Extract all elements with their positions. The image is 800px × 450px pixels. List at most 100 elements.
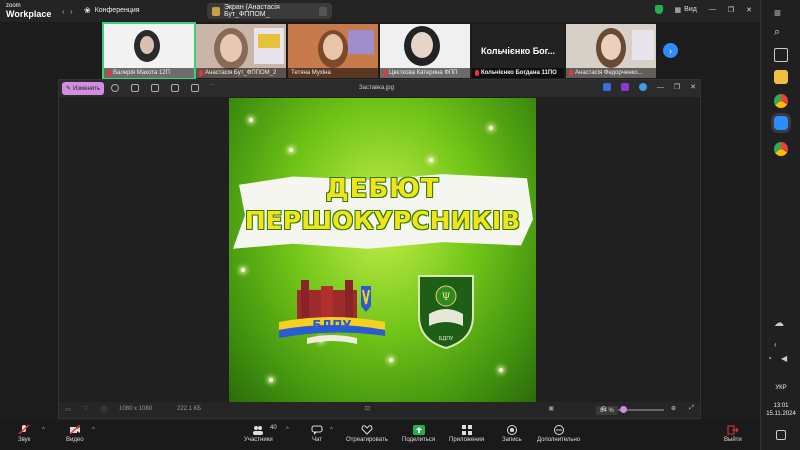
volume-icon[interactable]: ◀ bbox=[781, 354, 795, 368]
zoom-top-bar: zoom Workplace ‹ › ❀ Конференция Экран (… bbox=[0, 0, 760, 22]
security-shield-icon[interactable] bbox=[654, 5, 663, 14]
fullscreen-icon[interactable]: ⤢ bbox=[689, 405, 694, 412]
task-view-icon[interactable] bbox=[774, 48, 788, 62]
heart-icon bbox=[361, 425, 373, 435]
leave-icon bbox=[727, 425, 739, 435]
chrome-icon-2[interactable] bbox=[774, 142, 788, 156]
react-button[interactable]: Отреагировать bbox=[346, 425, 388, 443]
participant-tile[interactable]: Валерія Махота 12П bbox=[102, 22, 196, 80]
clock-time[interactable]: 13:01 bbox=[761, 402, 800, 410]
info-circle-icon[interactable]: ⓘ bbox=[101, 405, 107, 414]
forward-icon[interactable]: › bbox=[70, 7, 73, 16]
viewer-status-bar: ▭ ♡ ⓘ 1080 x 1080 222.1 КБ ⊡ ▣ 84 % ⊖ ⊕ … bbox=[59, 402, 700, 418]
zoom-window: zoom Workplace ‹ › ❀ Конференция Экран (… bbox=[0, 0, 760, 450]
favorite-icon[interactable]: ♡ bbox=[83, 405, 88, 412]
zoom-slider[interactable] bbox=[618, 406, 664, 413]
zoom-level[interactable]: 84 % bbox=[596, 406, 618, 415]
conference-label: Конференция bbox=[94, 7, 140, 14]
apps-button[interactable]: Приложения bbox=[449, 425, 484, 443]
screen-share-indicator[interactable]: Экран (Анастасія Бут_ФППОМ_ bbox=[207, 3, 332, 19]
audio-button[interactable]: Звук bbox=[18, 425, 30, 443]
mic-muted-icon bbox=[18, 425, 30, 435]
participants-count: 40 bbox=[270, 425, 277, 431]
windows-start-icon[interactable]: ≡ bbox=[774, 6, 788, 20]
network-icon[interactable]: ◔ bbox=[767, 354, 781, 368]
file-name: Заставка.jpg bbox=[359, 85, 394, 91]
minimize-icon[interactable]: — bbox=[709, 6, 716, 13]
record-button[interactable]: Запись bbox=[502, 425, 522, 443]
maximize-icon[interactable]: ❐ bbox=[728, 6, 734, 14]
minimize-icon[interactable]: — bbox=[657, 84, 664, 91]
next-page-button[interactable]: › bbox=[663, 43, 678, 58]
chrome-icon[interactable] bbox=[774, 94, 788, 108]
participant-big-name: Кольчієнко Бог... bbox=[480, 46, 556, 56]
participant-tile[interactable]: Кольчієнко Бог... Кольчієнко Богдана 11П… bbox=[472, 24, 564, 78]
zoom-slider-knob[interactable] bbox=[620, 406, 627, 413]
tray-chevron-icon[interactable]: ‹ bbox=[774, 340, 788, 354]
more-button[interactable]: Дополнительно bbox=[537, 425, 580, 443]
zoom-out-icon[interactable]: ⊖ bbox=[601, 405, 606, 412]
crop-icon[interactable] bbox=[131, 84, 139, 92]
audio-caret-icon[interactable]: ^ bbox=[42, 427, 45, 433]
app-icon-2[interactable] bbox=[620, 83, 629, 91]
participant-tile[interactable]: Цвєткова Катерина ФПП bbox=[380, 24, 470, 78]
chat-label: Чат bbox=[312, 437, 322, 443]
logo2-text: БДПУ bbox=[439, 336, 453, 342]
participant-tile[interactable]: Анастасія Федорченко... bbox=[566, 24, 656, 78]
participants-label: Участники bbox=[244, 437, 273, 443]
sharer-avatar bbox=[212, 6, 220, 16]
react-label: Отреагировать bbox=[346, 437, 388, 443]
language-indicator[interactable]: УКР bbox=[761, 384, 800, 392]
zoom-in-icon[interactable]: ⊕ bbox=[671, 405, 676, 412]
video-caret-icon[interactable]: ^ bbox=[92, 427, 95, 433]
file-explorer-icon[interactable] bbox=[774, 70, 788, 84]
fit-icon[interactable]: ⊡ bbox=[365, 405, 370, 412]
video-button[interactable]: Видео bbox=[66, 425, 84, 443]
notifications-icon[interactable] bbox=[776, 430, 786, 440]
share-options-icon[interactable] bbox=[319, 6, 327, 16]
apps-icon bbox=[461, 425, 472, 435]
participants-button[interactable]: Участники bbox=[244, 425, 273, 443]
window-controls: ▦ Вид — ❐ ✕ bbox=[654, 5, 752, 14]
chat-button[interactable]: Чат bbox=[311, 425, 323, 443]
participant-name: Кольчієнко Богдана 11ПО bbox=[481, 70, 557, 76]
zoom-app-icon[interactable] bbox=[774, 116, 788, 130]
more-label: Дополнительно bbox=[537, 437, 581, 443]
participant-strip: Валерія Махота 12П Анастасія Бут_ФППОМ_2… bbox=[102, 22, 656, 80]
poster-title-line1: ДЕБЮТ bbox=[325, 174, 440, 204]
participant-tile[interactable]: Тетяна Мухіна bbox=[288, 24, 378, 78]
zoom-logo: zoom Workplace bbox=[6, 2, 51, 19]
cloud-icon[interactable] bbox=[638, 83, 647, 91]
leave-button[interactable]: Выйти bbox=[724, 425, 742, 443]
file-size: 222.1 КБ bbox=[177, 406, 202, 412]
back-icon[interactable]: ‹ bbox=[62, 7, 65, 16]
share-button[interactable]: Поделиться bbox=[402, 425, 435, 443]
print-icon[interactable] bbox=[151, 84, 159, 92]
windows-taskbar: ≡ ⌕ ☁ ‹ ◔ ◀ УКР 13:01 15.11.2024 bbox=[760, 0, 800, 450]
muted-mic-icon bbox=[199, 70, 203, 76]
view-button[interactable]: ▦ Вид bbox=[675, 6, 697, 14]
clock-date[interactable]: 15.11.2024 bbox=[761, 410, 800, 418]
filmstrip-icon[interactable]: ▭ bbox=[65, 406, 71, 413]
aspect-icon[interactable]: ▣ bbox=[548, 405, 554, 412]
edit-button[interactable]: ✎ Изменить bbox=[62, 82, 104, 95]
viewer-window-controls: — ❐ ✕ bbox=[602, 83, 696, 91]
image-dims: 1080 x 1080 bbox=[119, 406, 153, 412]
participant-tile[interactable]: Анастасія Бут_ФППОМ_2 bbox=[196, 24, 286, 78]
close-icon[interactable]: ✕ bbox=[690, 83, 696, 91]
info-icon[interactable] bbox=[191, 84, 199, 92]
svg-text:Ψ: Ψ bbox=[442, 292, 451, 303]
edit-label: Изменить bbox=[72, 85, 101, 92]
rotate-icon[interactable] bbox=[111, 84, 119, 92]
close-icon[interactable]: ✕ bbox=[746, 6, 752, 14]
more-icon[interactable]: ··· bbox=[209, 82, 217, 90]
search-icon[interactable]: ⌕ bbox=[774, 26, 788, 40]
chat-caret-icon[interactable]: ^ bbox=[330, 427, 333, 433]
app-icon-1[interactable] bbox=[602, 83, 611, 91]
share-icon[interactable] bbox=[171, 84, 179, 92]
faculty-emblem: Ψ БДПУ bbox=[418, 275, 474, 350]
conference-tab[interactable]: ❀ Конференция bbox=[84, 6, 140, 15]
weather-icon[interactable]: ☁ bbox=[774, 318, 788, 332]
participants-caret-icon[interactable]: ^ bbox=[286, 427, 289, 433]
maximize-icon[interactable]: ❐ bbox=[674, 83, 680, 91]
